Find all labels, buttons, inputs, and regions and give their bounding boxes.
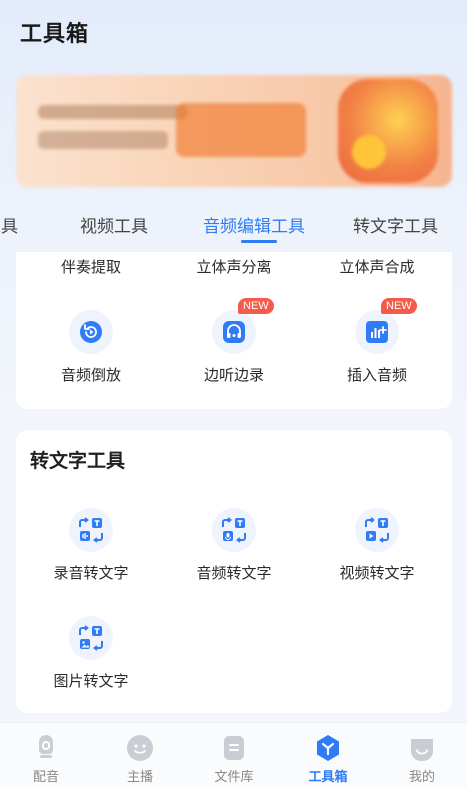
promo-banner[interactable] — [16, 75, 452, 187]
banner-decoration — [176, 103, 306, 157]
text-tools-card: 转文字工具 录音转文字 音频转文字 视频转文字 图片转文字 — [16, 430, 452, 713]
file-library-icon — [219, 733, 249, 763]
tool-label: 音频转文字 — [196, 564, 272, 582]
tool-label: 图片转文字 — [53, 672, 129, 690]
profile-icon — [407, 733, 437, 763]
tool-listen-record[interactable]: NEW 边听边录 — [174, 298, 294, 385]
image-to-text-icon — [69, 616, 113, 660]
dubbing-icon — [31, 733, 61, 763]
new-badge: NEW — [238, 298, 274, 314]
nav-file-library[interactable]: 文件库 — [204, 733, 264, 785]
nav-label: 工具箱 — [308, 770, 348, 785]
banner-decoration — [338, 79, 438, 183]
nav-label: 主播 — [126, 770, 153, 785]
listen-record-icon: NEW — [212, 298, 274, 354]
nav-label: 我的 — [408, 770, 435, 785]
tool-record-to-text[interactable]: 录音转文字 — [31, 508, 151, 583]
tool-image-to-text[interactable]: 图片转文字 — [31, 616, 151, 691]
audio-reverse-icon — [69, 310, 113, 354]
section-title: 转文字工具 — [30, 450, 126, 472]
nav-anchor[interactable]: 主播 — [110, 733, 170, 785]
tab-text-tools[interactable]: 转文字工具 — [353, 212, 438, 237]
banner-decoration — [352, 135, 386, 169]
nav-label: 配音 — [32, 770, 59, 785]
audio-to-text-icon — [212, 508, 256, 552]
page-title: 工具箱 — [20, 22, 90, 47]
tool-label: 视频转文字 — [339, 564, 415, 582]
tool-insert-audio[interactable]: NEW 插入音频 — [317, 298, 437, 385]
banner-decoration — [38, 131, 168, 149]
nav-dubbing[interactable]: 配音 — [16, 733, 76, 785]
tool-accompaniment-extract[interactable]: 伴奏提取 — [31, 256, 151, 277]
video-to-text-icon — [355, 508, 399, 552]
tool-label: 边听边录 — [203, 366, 264, 384]
tab-tools[interactable]: 工具 — [0, 212, 18, 237]
new-badge: NEW — [381, 298, 417, 314]
tool-label: 插入音频 — [346, 366, 407, 384]
tool-label: 音频倒放 — [60, 366, 121, 384]
tool-label: 录音转文字 — [53, 564, 129, 582]
tool-audio-to-text[interactable]: 音频转文字 — [174, 508, 294, 583]
tool-stereo-merge[interactable]: 立体声合成 — [317, 256, 437, 277]
insert-audio-icon: NEW — [355, 298, 417, 354]
nav-label: 文件库 — [214, 770, 254, 785]
toolbox-icon — [313, 733, 343, 763]
nav-profile[interactable]: 我的 — [392, 733, 452, 785]
tab-audio-edit-tools[interactable]: 音频编辑工具 — [203, 212, 305, 237]
tab-video-tools[interactable]: 视频工具 — [80, 212, 148, 237]
bottom-navigation: 配音 主播 文件库 工具箱 我的 — [0, 722, 467, 787]
tab-indicator — [241, 240, 277, 243]
audio-edit-card: 伴奏提取 立体声分离 立体声合成 音频倒放 NEW 边听边录 NEW 插入音频 — [16, 252, 452, 409]
record-to-text-icon — [69, 508, 113, 552]
anchor-icon — [125, 733, 155, 763]
banner-decoration — [38, 105, 188, 119]
tool-audio-reverse[interactable]: 音频倒放 — [31, 310, 151, 385]
tool-video-to-text[interactable]: 视频转文字 — [317, 508, 437, 583]
tool-category-tabs: 工具 视频工具 音频编辑工具 转文字工具 — [0, 208, 467, 244]
nav-toolbox[interactable]: 工具箱 — [298, 733, 358, 785]
tool-stereo-split[interactable]: 立体声分离 — [174, 256, 294, 277]
